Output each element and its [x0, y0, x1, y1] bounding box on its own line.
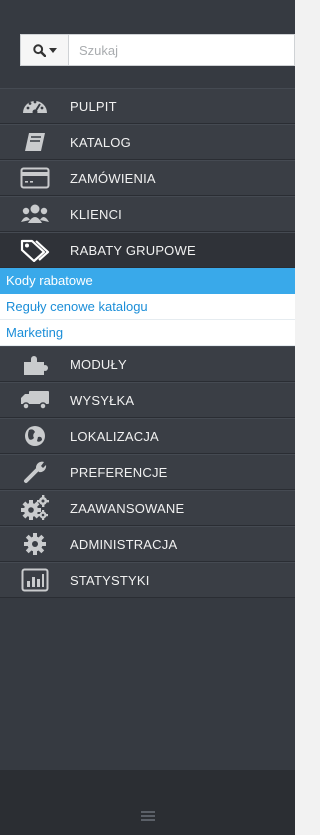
menu-item-katalog[interactable]: KATALOG — [0, 124, 295, 160]
menu-label: MODUŁY — [70, 356, 127, 372]
menu-label: LOKALIZACJA — [70, 428, 159, 444]
search-bar — [20, 34, 295, 66]
menu-label: RABATY GRUPOWE — [70, 242, 196, 258]
credit-card-icon — [0, 160, 70, 196]
users-icon — [0, 196, 70, 232]
menu-label: KATALOG — [70, 134, 131, 150]
menu-label: PREFERENCJE — [70, 464, 168, 480]
menu-item-wysylka[interactable]: WYSYŁKA — [0, 382, 295, 418]
menu-item-zaawansowane[interactable]: ZAAWANSOWANE — [0, 490, 295, 526]
submenu-rabaty-grupowe: Kody rabatowe Reguły cenowe katalogu Mar… — [0, 268, 295, 346]
submenu-item-kody-rabatowe[interactable]: Kody rabatowe — [0, 268, 295, 294]
menu-label: PULPIT — [70, 98, 117, 114]
menu-label: STATYSTYKI — [70, 572, 150, 588]
menu-item-klienci[interactable]: KLIENCI — [0, 196, 295, 232]
wrench-icon — [0, 454, 70, 490]
menu-label: ZAAWANSOWANE — [70, 500, 185, 516]
main-menu: PULPIT KATALOG ZAMÓWIENIA KLIENCI RABATY… — [0, 88, 295, 598]
search-type-dropdown[interactable] — [20, 34, 68, 66]
truck-icon — [0, 382, 70, 418]
menu-item-rabaty-grupowe[interactable]: RABATY GRUPOWE — [0, 232, 295, 268]
submenu-item-marketing[interactable]: Marketing — [0, 320, 295, 346]
menu-item-administracja[interactable]: ADMINISTRACJA — [0, 526, 295, 562]
sidebar-footer — [0, 770, 295, 835]
menu-label: KLIENCI — [70, 206, 122, 222]
puzzle-icon — [0, 346, 70, 382]
gear-icon — [0, 526, 70, 562]
cogs-icon — [0, 490, 70, 526]
menu-item-moduly[interactable]: MODUŁY — [0, 346, 295, 382]
search-input[interactable] — [68, 34, 295, 66]
menu-label: ADMINISTRACJA — [70, 536, 178, 552]
submenu-item-reguly-cenowe-katalogu[interactable]: Reguły cenowe katalogu — [0, 294, 295, 320]
menu-item-zamowienia[interactable]: ZAMÓWIENIA — [0, 160, 295, 196]
search-icon — [32, 43, 46, 57]
menu-label: WYSYŁKA — [70, 392, 135, 408]
dashboard-icon — [0, 88, 70, 124]
menu-item-pulpit[interactable]: PULPIT — [0, 88, 295, 124]
tags-icon — [0, 232, 70, 268]
globe-icon — [0, 418, 70, 454]
admin-sidebar: PULPIT KATALOG ZAMÓWIENIA — [0, 0, 295, 835]
menu-item-preferencje[interactable]: PREFERENCJE — [0, 454, 295, 490]
book-icon — [0, 124, 70, 160]
bar-chart-icon — [0, 562, 70, 598]
menu-item-statystyki[interactable]: STATYSTYKI — [0, 562, 295, 598]
collapse-icon[interactable] — [141, 811, 155, 823]
menu-label: ZAMÓWIENIA — [70, 170, 156, 186]
caret-down-icon — [48, 47, 57, 53]
menu-item-lokalizacja[interactable]: LOKALIZACJA — [0, 418, 295, 454]
